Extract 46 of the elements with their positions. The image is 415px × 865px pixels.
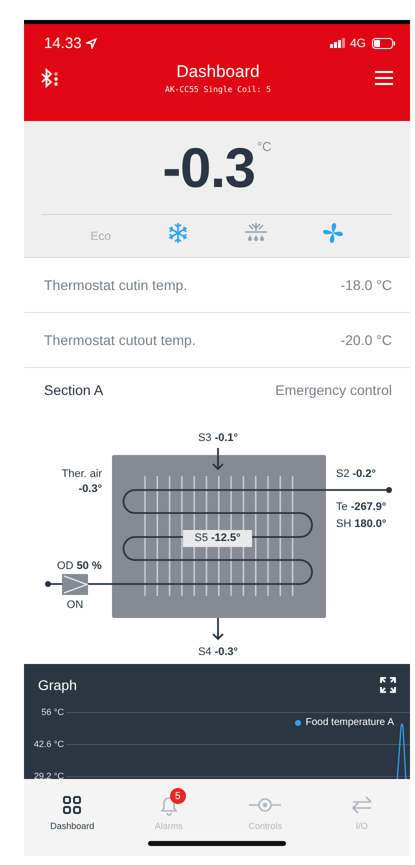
y-axis-label: 42.6 °C	[32, 739, 64, 749]
setting-label: Thermostat cutin temp.	[44, 277, 188, 293]
grid-icon	[62, 795, 82, 815]
temperature-unit: °C	[256, 139, 272, 154]
setting-value: -20.0 °C	[340, 332, 392, 348]
temperature-value: -0.3	[162, 135, 255, 200]
air-out-arrow	[212, 617, 224, 640]
y-axis-label: 56 °C	[40, 707, 64, 717]
valve-state: ON	[66, 598, 84, 612]
sensor-reading: S2 -0.2°	[336, 467, 376, 481]
valve-symbol-icon	[248, 797, 282, 813]
sensor-label: Ther. air	[62, 467, 102, 481]
signal-icon	[330, 38, 346, 48]
setting-value: -18.0 °C	[340, 277, 392, 293]
sensor-reading: Te -267.9°	[336, 500, 386, 514]
transfer-icon	[350, 796, 373, 814]
valve-icon	[62, 574, 89, 595]
legend-label: Food temperature A	[306, 717, 394, 728]
sensor-reading: SH 180.0°	[336, 517, 386, 531]
eco-mode: Eco	[90, 228, 112, 242]
battery-icon	[372, 38, 396, 48]
temperature-line	[396, 721, 408, 779]
pipe-end-dot	[386, 487, 392, 493]
sensor-reading: S5 -12.5°	[183, 530, 252, 547]
network-type: 4G	[350, 36, 366, 50]
sensor-reading: -0.3°	[78, 482, 102, 496]
device-subtitle: AK-CC55 Single Coil: 5	[165, 85, 271, 94]
sensor-reading: S4 -0.3°	[198, 645, 238, 659]
section-title: Section A	[44, 382, 104, 398]
expand-icon[interactable]	[380, 677, 396, 693]
screen-title: Dashboard	[176, 62, 260, 82]
setting-label: Thermostat cutout temp.	[44, 332, 196, 348]
bell-icon	[158, 794, 180, 816]
menu-icon[interactable]	[374, 70, 394, 86]
air-in-arrow	[212, 447, 224, 470]
y-axis-label: 29.2 °C	[32, 771, 64, 779]
emergency-control-link[interactable]: Emergency control	[275, 382, 392, 398]
sensor-reading: S3 -0.1°	[198, 431, 238, 445]
nav-tab[interactable]: 5 Alarms	[120, 779, 217, 837]
graph-title: Graph	[38, 677, 77, 693]
location-icon	[86, 38, 97, 48]
pipe-end-dot	[45, 581, 51, 587]
valve-opening: OD 50 %	[57, 559, 102, 573]
alarm-count-badge: 5	[170, 788, 186, 804]
nav-tab[interactable]: Dashboard	[24, 779, 120, 837]
status-time: 14.33	[44, 34, 82, 52]
